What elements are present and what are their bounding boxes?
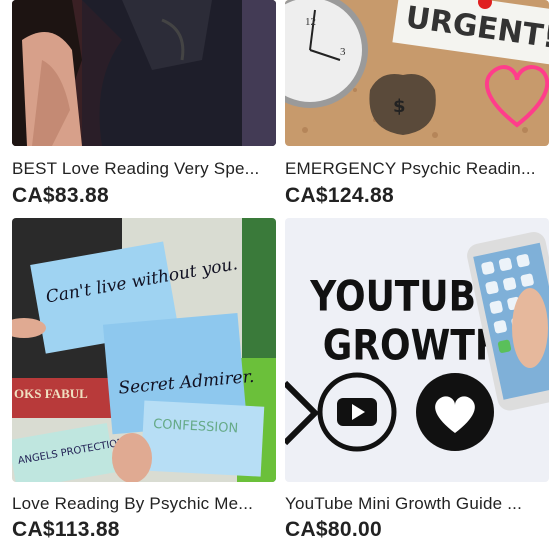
listing-title-1[interactable]: BEST Love Reading Very Spe...	[12, 159, 280, 179]
listing-image-2[interactable]: 12 3 URGENT! $	[285, 0, 549, 146]
money-bag-sign: $	[393, 96, 406, 117]
listing-price-4: CA$80.00	[285, 518, 382, 541]
youtube-text-line-1: YOUTUBE	[309, 273, 500, 321]
svg-text:12: 12	[305, 16, 316, 28]
listing-price-2: CA$124.88	[285, 184, 394, 207]
listing-title-2[interactable]: EMERGENCY Psychic Readin...	[285, 159, 553, 179]
listing-image-4[interactable]: YOUTUBE GROWTH	[285, 218, 549, 482]
listing-price-3: CA$113.88	[12, 518, 120, 541]
listing-image-3[interactable]: OKS FABUL Can't live without you. Secret…	[12, 218, 276, 482]
book-spine-text: OKS FABUL	[14, 386, 88, 401]
listing-image-1[interactable]	[12, 0, 276, 146]
youtube-text-line-2: GROWTH	[323, 322, 505, 370]
listing-price-1: CA$83.88	[12, 184, 109, 207]
listing-grid: BEST Love Reading Very Spe... CA$83.88 1…	[0, 0, 560, 560]
listing-title-4[interactable]: YouTube Mini Growth Guide ...	[285, 494, 553, 514]
svg-text:3: 3	[340, 46, 346, 58]
listing-title-3[interactable]: Love Reading By Psychic Me...	[12, 494, 280, 514]
